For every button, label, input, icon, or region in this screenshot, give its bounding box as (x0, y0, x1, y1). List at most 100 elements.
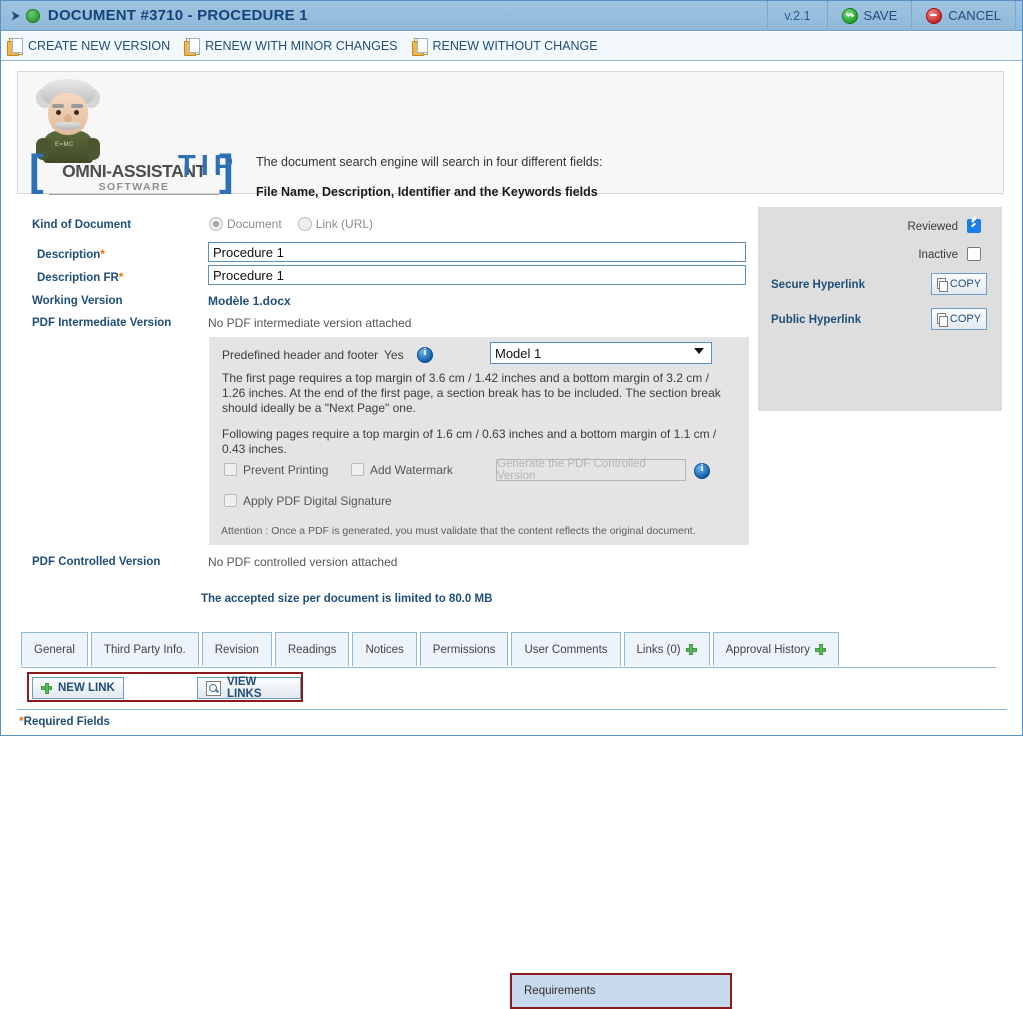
tab-links[interactable]: Links (0) (623, 632, 710, 666)
tab-label: Revision (214, 643, 259, 656)
description-fr-input[interactable] (208, 265, 746, 285)
title-bar-end-spacer (1015, 0, 1022, 31)
inactive-label: Inactive (918, 249, 958, 261)
tab-approval-history[interactable]: Approval History (712, 632, 839, 666)
radio-link-url[interactable] (297, 217, 312, 231)
tab-notices[interactable]: Notices (352, 632, 417, 666)
renew-without-change-button[interactable]: RENEW WITHOUT CHANGE (411, 37, 598, 56)
tip-line-2: File Name, Description, Identifier and t… (256, 185, 598, 199)
links-action-bar: NEW LINK VIEW LINKS (27, 672, 303, 702)
tab-revision[interactable]: Revision (201, 632, 272, 666)
cancel-icon (926, 7, 943, 24)
required-asterisk: * (100, 247, 105, 261)
tab-permissions[interactable]: Permissions (419, 632, 509, 666)
search-icon (206, 680, 221, 696)
pdf-intermediate-version-label: PDF Intermediate Version (32, 317, 172, 329)
document-copy-icon (184, 37, 201, 56)
tab-readings[interactable]: Readings (274, 632, 350, 666)
tab-label: Third Party Info. (103, 643, 186, 656)
plus-icon (41, 682, 52, 694)
apply-pdf-digital-signature-label: Apply PDF Digital Signature (243, 494, 392, 508)
radio-link-url-label: Link (URL) (315, 217, 374, 231)
required-fields-footnote: *Required Fields (19, 714, 110, 728)
tab-label: Readings (287, 643, 337, 656)
save-button-label: SAVE (863, 8, 898, 23)
save-button[interactable]: SAVE (826, 0, 912, 31)
apply-pdf-digital-signature-checkbox[interactable] (224, 494, 237, 507)
copy-icon (936, 278, 949, 292)
size-limit-note: The accepted size per document is limite… (201, 593, 493, 605)
pdf-settings-box: Predefined header and footer Yes The fir… (209, 337, 749, 545)
tab-label: Permissions (432, 643, 496, 656)
inactive-checkbox[interactable] (967, 247, 981, 261)
predefined-header-footer-value: Yes (384, 348, 404, 362)
required-asterisk: * (118, 270, 124, 284)
green-status-dot-icon (25, 8, 40, 23)
working-version-label: Working Version (32, 295, 123, 307)
new-link-button[interactable]: NEW LINK (32, 677, 124, 699)
description-input[interactable] (208, 242, 746, 262)
predefined-header-footer-label: Predefined header and footer (222, 348, 379, 362)
copy-label: COPY (949, 278, 982, 290)
description-fr-label: Description FR* (37, 270, 124, 284)
tab-user-comments[interactable]: User Comments (511, 632, 621, 666)
prevent-printing-checkbox[interactable] (224, 463, 237, 476)
pdf-controlled-version-label: PDF Controlled Version (32, 556, 161, 568)
info-icon[interactable] (417, 347, 433, 363)
einstein-avatar-icon: E=MC (36, 78, 100, 163)
pdf-settings-paragraph-1: The first page requires a top margin of … (222, 371, 721, 415)
cancel-button-label: CANCEL (948, 8, 1001, 23)
kind-of-document-label: Kind of Document (32, 219, 132, 231)
tab-label: General (34, 643, 75, 656)
public-hyperlink-label: Public Hyperlink (771, 314, 862, 326)
tab-label: User Comments (524, 643, 608, 656)
add-watermark-checkbox[interactable] (351, 463, 364, 476)
add-approval-plus-icon[interactable] (815, 644, 826, 655)
tab-general[interactable]: General (21, 632, 88, 666)
tab-label: Links (0) (636, 643, 681, 656)
kind-of-document-radio-group: Document Link (URL) (209, 217, 385, 231)
action-toolbar: CREATE NEW VERSION RENEW WITH MINOR CHAN… (1, 32, 1022, 61)
header-footer-model-select[interactable]: Model 1 (490, 342, 712, 364)
renew-with-minor-changes-button[interactable]: RENEW WITH MINOR CHANGES (184, 37, 398, 56)
add-link-plus-icon[interactable] (685, 644, 697, 655)
title-bar-left: ➤ DOCUMENT #3710 - PROCEDURE 1 (1, 7, 767, 24)
new-link-label: NEW LINK (58, 682, 115, 694)
tip-heading: TIP (178, 150, 239, 182)
chevron-right-icon[interactable]: ➤ (11, 9, 20, 22)
version-label: v.2.1 (767, 0, 826, 31)
cancel-button[interactable]: CANCEL (911, 0, 1015, 31)
pdf-intermediate-version-value: No PDF intermediate version attached (208, 316, 412, 330)
tab-underline (21, 667, 996, 668)
create-new-version-button[interactable]: CREATE NEW VERSION (7, 37, 171, 56)
title-bar: ➤ DOCUMENT #3710 - PROCEDURE 1 v.2.1 SAV… (1, 0, 1022, 31)
tip-line-1: The document search engine will search i… (256, 155, 603, 169)
working-version-value[interactable]: Modèle 1.docx (208, 294, 291, 308)
view-links-button[interactable]: VIEW LINKS (197, 676, 301, 700)
prevent-printing-label: Prevent Printing (243, 463, 329, 477)
radio-document[interactable] (209, 217, 223, 231)
document-copy-icon (7, 37, 23, 56)
public-hyperlink-copy-button[interactable]: COPY (931, 308, 987, 330)
tip-banner: E=MC [ ] OMNI-ASSISTANT SOFTWARE TIP The… (17, 71, 1004, 199)
page-title: DOCUMENT #3710 - PROCEDURE 1 (47, 7, 308, 24)
secure-hyperlink-label: Secure Hyperlink (771, 279, 865, 291)
secure-hyperlink-copy-button[interactable]: COPY (931, 273, 987, 295)
reviewed-checkbox[interactable] (967, 219, 981, 233)
copy-label: COPY (949, 313, 982, 325)
create-new-version-label: CREATE NEW VERSION (28, 39, 171, 53)
tab-label: Requirements (524, 985, 596, 997)
tab-third-party-info[interactable]: Third Party Info. (90, 632, 199, 666)
tab-label: Notices (365, 643, 404, 656)
avatar-shirt-text: E=MC (55, 142, 74, 148)
document-editor-window: ➤ DOCUMENT #3710 - PROCEDURE 1 v.2.1 SAV… (0, 0, 1023, 1009)
bracket-left-icon: [ (29, 146, 44, 195)
info-icon[interactable] (694, 463, 710, 479)
tab-bar: General Third Party Info. Revision Readi… (21, 632, 839, 1009)
header-footer-model-value: Model 1 (495, 345, 542, 361)
generate-pdf-button-label: Generate the PDF Controlled Version (497, 458, 646, 482)
pdf-attention-note: Attention : Once a PDF is generated, you… (221, 525, 696, 537)
pdf-controlled-version-value: No PDF controlled version attached (208, 555, 398, 569)
generate-pdf-controlled-version-button: Generate the PDF Controlled Version (496, 458, 686, 482)
tab-requirements[interactable]: Requirements (510, 973, 732, 1009)
